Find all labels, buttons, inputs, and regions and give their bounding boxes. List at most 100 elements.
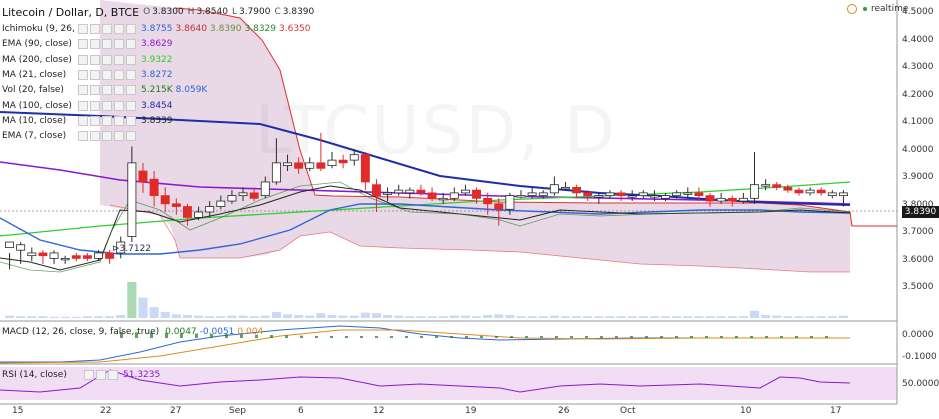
candle-body xyxy=(383,192,393,195)
remove-icon[interactable] xyxy=(108,370,118,380)
symbol-title[interactable]: Litecoin / Dollar, D, BTCE xyxy=(2,6,139,19)
macd-legend: MACD (12, 26, close, 9, false, true) 0.0… xyxy=(2,327,263,337)
eye-icon[interactable] xyxy=(78,24,88,34)
close-icon[interactable] xyxy=(114,24,124,34)
candle-body xyxy=(838,192,848,197)
macd-label[interactable]: MACD (12, 26, close, 9, false, true) xyxy=(2,327,159,337)
settings-icon[interactable] xyxy=(90,131,100,142)
study-value: 3.8755 xyxy=(141,24,173,34)
close-icon[interactable] xyxy=(114,115,124,126)
eye-icon[interactable] xyxy=(78,100,88,111)
candle-body xyxy=(483,197,493,205)
eye-icon[interactable] xyxy=(78,85,88,96)
settings-icon[interactable] xyxy=(96,370,106,380)
candle-body xyxy=(182,206,192,218)
study-name: Vol (20, false) xyxy=(2,85,64,96)
settings-icon[interactable] xyxy=(90,54,100,65)
realtime-indicator[interactable]: realtime xyxy=(847,4,908,14)
more-icon[interactable] xyxy=(126,85,136,96)
close-icon[interactable] xyxy=(114,85,124,96)
study-legend-row[interactable]: MA (21, close) 3.8272 xyxy=(2,68,173,82)
candle-body xyxy=(549,184,559,194)
settings-icon[interactable] xyxy=(90,115,100,126)
candle-body xyxy=(527,192,537,197)
more-icon[interactable] xyxy=(126,24,136,34)
eye-icon[interactable] xyxy=(78,131,88,142)
study-name: MA (100, close) xyxy=(2,100,72,111)
study-legend-row[interactable]: Vol (20, false) 5.215K 8.059K xyxy=(2,83,207,97)
close-icon[interactable] xyxy=(114,54,124,65)
more-icon[interactable] xyxy=(126,131,136,142)
candle-body xyxy=(405,189,415,194)
candle-body xyxy=(60,257,70,261)
close-icon[interactable] xyxy=(114,100,124,111)
volume-bar xyxy=(338,315,348,318)
macd-histogram-bar xyxy=(705,336,708,338)
volume-bar xyxy=(660,316,671,318)
add-icon[interactable] xyxy=(102,24,112,34)
settings-icon[interactable] xyxy=(90,39,100,50)
macd-histogram-bar xyxy=(585,336,588,338)
volume-bar xyxy=(449,315,459,318)
more-icon[interactable] xyxy=(126,69,136,80)
study-legend-row[interactable]: MA (10, close) 3.8339 xyxy=(2,114,173,128)
eye-icon[interactable] xyxy=(78,115,88,126)
macd-histogram-bar xyxy=(720,336,723,338)
more-icon[interactable] xyxy=(126,115,136,126)
add-icon[interactable] xyxy=(102,100,112,111)
close-icon[interactable] xyxy=(114,131,124,142)
volume-bar xyxy=(371,313,382,318)
macd-histogram-bar xyxy=(810,336,813,338)
study-legend-row[interactable]: MA (100, close) 3.8454 xyxy=(2,99,173,113)
settings-icon[interactable] xyxy=(90,85,100,96)
study-legend-row[interactable]: EMA (7, close) xyxy=(2,129,138,143)
study-name: EMA (90, close) xyxy=(2,39,72,50)
more-icon[interactable] xyxy=(126,39,136,50)
current-price-tag: 3.8390 xyxy=(902,206,939,218)
add-icon[interactable] xyxy=(102,131,112,142)
rsi-label[interactable]: RSI (14, close) xyxy=(2,370,84,380)
add-icon[interactable] xyxy=(102,69,112,80)
volume-bar xyxy=(716,316,726,318)
close-icon[interactable] xyxy=(114,39,124,50)
macd-histogram-bar xyxy=(630,336,633,338)
study-legend-row[interactable]: MA (200, close) 3.9322 xyxy=(2,53,173,67)
add-icon[interactable] xyxy=(102,85,112,96)
time-tick-label: Sep xyxy=(229,406,246,416)
candle-body xyxy=(761,184,771,187)
add-icon[interactable] xyxy=(102,54,112,65)
volume-bar xyxy=(271,312,281,318)
eye-icon[interactable] xyxy=(78,69,88,80)
volume-bar xyxy=(649,316,659,318)
settings-icon[interactable] xyxy=(90,69,100,80)
volume-bar xyxy=(5,315,15,318)
time-tick-label: Oct xyxy=(620,406,636,416)
ohlc-low: L 3.7900 xyxy=(231,7,271,17)
add-icon[interactable] xyxy=(102,115,112,126)
clock-icon[interactable] xyxy=(847,4,857,14)
time-tick-label: 26 xyxy=(558,406,570,416)
volume-bar xyxy=(27,316,37,318)
eye-icon[interactable] xyxy=(78,54,88,65)
macd-histogram-bar xyxy=(780,336,783,338)
macd-histogram-bar xyxy=(795,336,798,338)
eye-icon[interactable] xyxy=(78,39,88,50)
settings-icon[interactable] xyxy=(90,100,100,111)
add-icon[interactable] xyxy=(102,39,112,50)
more-icon[interactable] xyxy=(126,54,136,65)
candle-body xyxy=(783,187,793,191)
symbol-watermark: LTCUSD, D xyxy=(255,92,618,169)
volume-bar xyxy=(683,316,693,318)
volume-bar xyxy=(416,316,426,318)
close-icon[interactable] xyxy=(114,69,124,80)
candle-body xyxy=(505,195,515,210)
macd-histogram-bar xyxy=(450,336,453,338)
macd-histogram-bar xyxy=(465,336,468,338)
more-icon[interactable] xyxy=(126,100,136,111)
study-legend-row[interactable]: EMA (90, close) 3.8629 xyxy=(2,37,173,51)
candle-body xyxy=(416,189,426,194)
study-legend-row[interactable]: Ichimoku (9, 26, 52, 26)3.87553.86403.83… xyxy=(2,22,311,36)
volume-bar xyxy=(182,315,193,318)
settings-icon[interactable] xyxy=(90,24,100,34)
visibility-toggle-icon[interactable] xyxy=(84,370,94,380)
